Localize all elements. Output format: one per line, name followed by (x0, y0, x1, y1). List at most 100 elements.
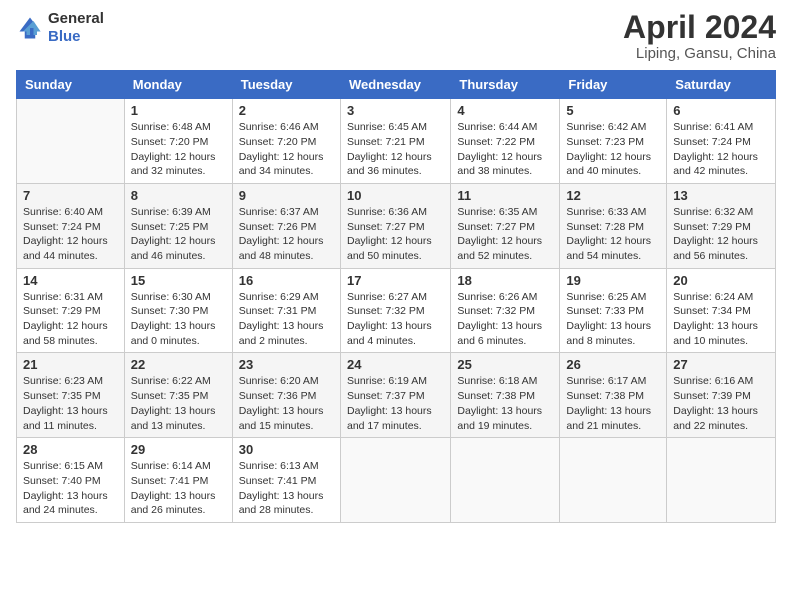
calendar-cell: 6 Sunrise: 6:41 AMSunset: 7:24 PMDaylight… (667, 99, 776, 184)
day-info: Sunrise: 6:44 AMSunset: 7:22 PMDaylight:… (457, 120, 553, 179)
calendar-cell: 10Sunrise: 6:36 AMSunset: 7:27 PMDayligh… (340, 183, 450, 268)
calendar-cell: 25 Sunrise: 6:18 AMSunset: 7:38 PMDayligh… (451, 353, 560, 438)
calendar-cell: 11 Sunrise: 6:35 AMSunset: 7:27 PMDayligh… (451, 183, 560, 268)
calendar-week-row: 14 Sunrise: 6:31 AMSunset: 7:29 PMDayligh… (17, 268, 776, 353)
day-info: Sunrise: 6:18 AMSunset: 7:38 PMDaylight:… (457, 374, 553, 433)
col-wednesday: Wednesday (340, 71, 450, 99)
calendar-cell (340, 438, 450, 523)
calendar-cell: 12 Sunrise: 6:33 AMSunset: 7:28 PMDayligh… (560, 183, 667, 268)
logo: General Blue (16, 10, 104, 46)
col-thursday: Thursday (451, 71, 560, 99)
day-number: 29 (131, 442, 226, 457)
day-number: 1 (131, 103, 226, 118)
day-info: Sunrise: 6:23 AMSunset: 7:35 PMDaylight:… (23, 374, 118, 433)
day-number: 11 (457, 188, 553, 203)
day-info: Sunrise: 6:40 AMSunset: 7:24 PMDaylight:… (23, 205, 118, 264)
day-number: 3 (347, 103, 444, 118)
title-block: April 2024 Liping, Gansu, China (623, 10, 776, 62)
month-year: April 2024 (623, 10, 776, 45)
calendar-cell: 14 Sunrise: 6:31 AMSunset: 7:29 PMDayligh… (17, 268, 125, 353)
calendar-cell: 24 Sunrise: 6:19 AMSunset: 7:37 PMDayligh… (340, 353, 450, 438)
calendar-header-row: Sunday Monday Tuesday Wednesday Thursday… (17, 71, 776, 99)
calendar-cell: 23 Sunrise: 6:20 AMSunset: 7:36 PMDayligh… (232, 353, 340, 438)
col-monday: Monday (124, 71, 232, 99)
day-info: Sunrise: 6:16 AMSunset: 7:39 PMDaylight:… (673, 374, 769, 433)
day-info: Sunrise: 6:25 AMSunset: 7:33 PMDaylight:… (566, 290, 660, 349)
day-number: 13 (673, 188, 769, 203)
day-info: Sunrise: 6:45 AMSunset: 7:21 PMDaylight:… (347, 120, 444, 179)
calendar-cell: 16Sunrise: 6:29 AMSunset: 7:31 PMDayligh… (232, 268, 340, 353)
day-info: Sunrise: 6:37 AMSunset: 7:26 PMDaylight:… (239, 205, 334, 264)
day-number: 20 (673, 273, 769, 288)
day-info: Sunrise: 6:46 AMSunset: 7:20 PMDaylight:… (239, 120, 334, 179)
calendar-cell: 22 Sunrise: 6:22 AMSunset: 7:35 PMDayligh… (124, 353, 232, 438)
day-number: 28 (23, 442, 118, 457)
calendar-cell: 4 Sunrise: 6:44 AMSunset: 7:22 PMDaylight… (451, 99, 560, 184)
calendar-cell: 18Sunrise: 6:26 AMSunset: 7:32 PMDayligh… (451, 268, 560, 353)
calendar-cell: 3 Sunrise: 6:45 AMSunset: 7:21 PMDaylight… (340, 99, 450, 184)
day-info: Sunrise: 6:22 AMSunset: 7:35 PMDaylight:… (131, 374, 226, 433)
day-number: 22 (131, 357, 226, 372)
day-number: 7 (23, 188, 118, 203)
calendar-cell (17, 99, 125, 184)
calendar-week-row: 28 Sunrise: 6:15 AMSunset: 7:40 PMDayligh… (17, 438, 776, 523)
day-number: 23 (239, 357, 334, 372)
calendar-cell: 2 Sunrise: 6:46 AMSunset: 7:20 PMDaylight… (232, 99, 340, 184)
calendar-cell: 28 Sunrise: 6:15 AMSunset: 7:40 PMDayligh… (17, 438, 125, 523)
day-number: 12 (566, 188, 660, 203)
day-info: Sunrise: 6:30 AMSunset: 7:30 PMDaylight:… (131, 290, 226, 349)
header: General Blue April 2024 Liping, Gansu, C… (16, 10, 776, 62)
calendar-cell: 27Sunrise: 6:16 AMSunset: 7:39 PMDayligh… (667, 353, 776, 438)
calendar-cell: 9 Sunrise: 6:37 AMSunset: 7:26 PMDaylight… (232, 183, 340, 268)
calendar-cell: 19Sunrise: 6:25 AMSunset: 7:33 PMDayligh… (560, 268, 667, 353)
calendar-week-row: 21 Sunrise: 6:23 AMSunset: 7:35 PMDayligh… (17, 353, 776, 438)
calendar-week-row: 1 Sunrise: 6:48 AMSunset: 7:20 PMDaylight… (17, 99, 776, 184)
col-friday: Friday (560, 71, 667, 99)
day-info: Sunrise: 6:27 AMSunset: 7:32 PMDaylight:… (347, 290, 444, 349)
day-info: Sunrise: 6:24 AMSunset: 7:34 PMDaylight:… (673, 290, 769, 349)
col-tuesday: Tuesday (232, 71, 340, 99)
day-info: Sunrise: 6:41 AMSunset: 7:24 PMDaylight:… (673, 120, 769, 179)
day-number: 26 (566, 357, 660, 372)
calendar-cell: 15 Sunrise: 6:30 AMSunset: 7:30 PMDayligh… (124, 268, 232, 353)
col-sunday: Sunday (17, 71, 125, 99)
calendar-cell: 20 Sunrise: 6:24 AMSunset: 7:34 PMDayligh… (667, 268, 776, 353)
day-info: Sunrise: 6:29 AMSunset: 7:31 PMDaylight:… (239, 290, 334, 349)
day-info: Sunrise: 6:35 AMSunset: 7:27 PMDaylight:… (457, 205, 553, 264)
day-number: 14 (23, 273, 118, 288)
col-saturday: Saturday (667, 71, 776, 99)
calendar-cell (667, 438, 776, 523)
day-info: Sunrise: 6:19 AMSunset: 7:37 PMDaylight:… (347, 374, 444, 433)
day-info: Sunrise: 6:20 AMSunset: 7:36 PMDaylight:… (239, 374, 334, 433)
day-number: 8 (131, 188, 226, 203)
day-number: 25 (457, 357, 553, 372)
day-info: Sunrise: 6:14 AMSunset: 7:41 PMDaylight:… (131, 459, 226, 518)
calendar-cell: 30Sunrise: 6:13 AMSunset: 7:41 PMDayligh… (232, 438, 340, 523)
day-info: Sunrise: 6:15 AMSunset: 7:40 PMDaylight:… (23, 459, 118, 518)
logo-icon (16, 14, 44, 42)
day-number: 4 (457, 103, 553, 118)
day-number: 6 (673, 103, 769, 118)
page: General Blue April 2024 Liping, Gansu, C… (0, 0, 792, 612)
day-info: Sunrise: 6:31 AMSunset: 7:29 PMDaylight:… (23, 290, 118, 349)
calendar-cell: 5Sunrise: 6:42 AMSunset: 7:23 PMDaylight… (560, 99, 667, 184)
calendar-week-row: 7 Sunrise: 6:40 AMSunset: 7:24 PMDaylight… (17, 183, 776, 268)
calendar-cell: 7 Sunrise: 6:40 AMSunset: 7:24 PMDaylight… (17, 183, 125, 268)
calendar-cell: 1 Sunrise: 6:48 AMSunset: 7:20 PMDaylight… (124, 99, 232, 184)
day-number: 21 (23, 357, 118, 372)
calendar-table: Sunday Monday Tuesday Wednesday Thursday… (16, 70, 776, 523)
calendar-cell (451, 438, 560, 523)
day-number: 24 (347, 357, 444, 372)
calendar-cell: 21 Sunrise: 6:23 AMSunset: 7:35 PMDayligh… (17, 353, 125, 438)
calendar-cell: 13Sunrise: 6:32 AMSunset: 7:29 PMDayligh… (667, 183, 776, 268)
day-number: 15 (131, 273, 226, 288)
calendar-cell: 17Sunrise: 6:27 AMSunset: 7:32 PMDayligh… (340, 268, 450, 353)
calendar-cell (560, 438, 667, 523)
day-number: 10 (347, 188, 444, 203)
calendar-cell: 26Sunrise: 6:17 AMSunset: 7:38 PMDayligh… (560, 353, 667, 438)
day-number: 9 (239, 188, 334, 203)
day-info: Sunrise: 6:33 AMSunset: 7:28 PMDaylight:… (566, 205, 660, 264)
day-number: 2 (239, 103, 334, 118)
day-info: Sunrise: 6:48 AMSunset: 7:20 PMDaylight:… (131, 120, 226, 179)
day-info: Sunrise: 6:26 AMSunset: 7:32 PMDaylight:… (457, 290, 553, 349)
